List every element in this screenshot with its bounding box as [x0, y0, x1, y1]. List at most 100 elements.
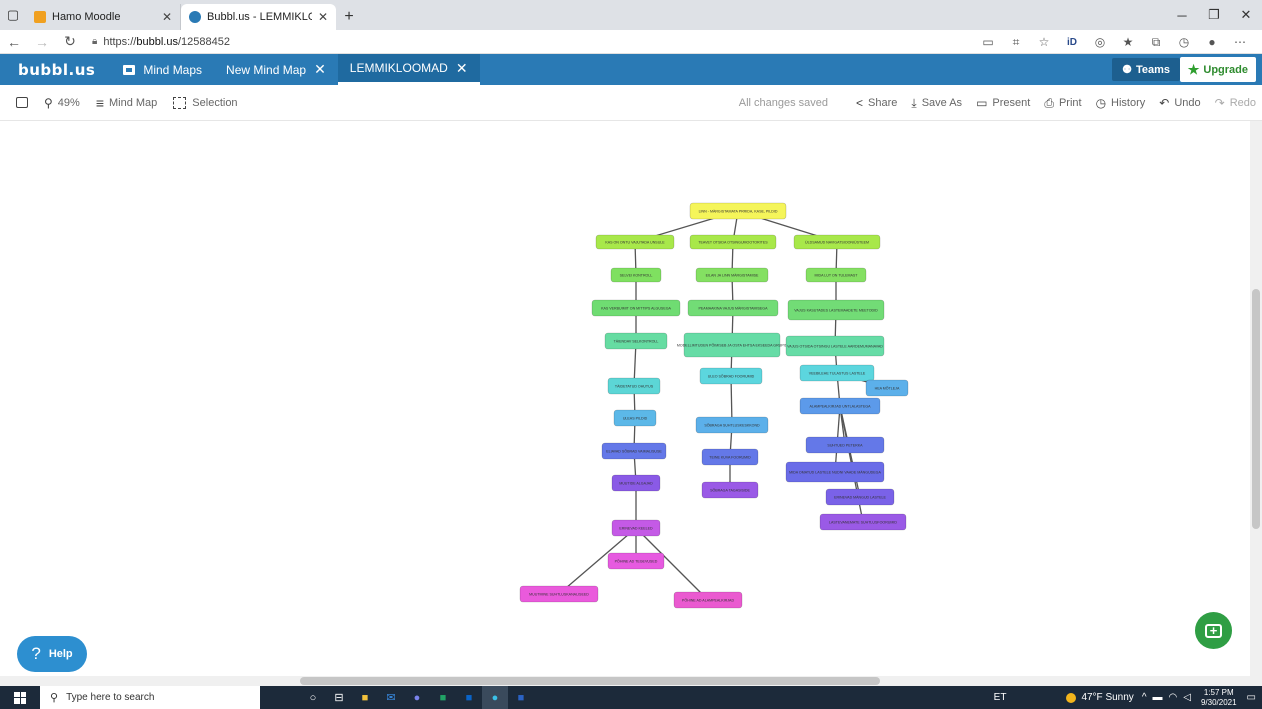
bubble-c7[interactable]: ALAMPEALKIRJAD UNTLALASTEGA [799, 397, 881, 415]
bubble-c9[interactable]: MIDA OMATUD LASTELE NUDNI VAADE MÄNGUDEG… [785, 461, 885, 483]
bubble-a11[interactable]: MUUTMINE SUHTLUSKANALISEED [519, 585, 599, 603]
teams-button[interactable]: ⚉ Teams [1112, 58, 1180, 81]
bubble-c1[interactable]: ÜLDSAMUD NAVIGATSIOONIÜSTEEM [793, 234, 881, 250]
bubble-b8[interactable]: SÕBRAGA TAGASISIDE [701, 481, 759, 499]
history-button[interactable]: ◷ History [1096, 96, 1146, 110]
tray-chevron-icon[interactable]: ^ [1142, 692, 1147, 703]
bubble-c4[interactable]: VAJUS OTSIDA OTSINGU LASTELE AARDEMUMANA… [785, 335, 885, 357]
wifi-icon[interactable]: ◠ [1169, 692, 1178, 703]
file-explorer-icon[interactable]: ■ [352, 686, 378, 709]
taskbar-search[interactable]: ⚲ Type here to search [40, 686, 260, 709]
bubbl-logo[interactable]: bubbl.us [0, 61, 111, 79]
mind-map-graph[interactable]: LINN - MÄRGISTAMATA PRRIDA, KASE, PILDID… [0, 121, 1250, 676]
excel-icon[interactable]: ■ [430, 686, 456, 709]
bubble-a2[interactable]: SELVEI KONTROLL [610, 267, 662, 283]
favorites-icon[interactable]: ★ [1114, 35, 1142, 49]
scroll-thumb[interactable] [300, 677, 880, 685]
minimize-icon[interactable]: ─ [1166, 0, 1198, 30]
profile-avatar[interactable]: ● [1198, 35, 1226, 49]
bubble-c10[interactable]: ERINEVAD MÄNGUD LASTELE [825, 488, 895, 506]
mind-map-view-button[interactable]: ≡ Mind Map [96, 95, 157, 111]
redo-button[interactable]: ↷ Redo [1215, 96, 1256, 110]
bubble-b5[interactable]: ULEO SÕBRAD FOORUMID [699, 367, 763, 385]
bubble-b3[interactable]: PEAMAAKINA VAJUS MÄRGISTAMISEGA [687, 299, 779, 317]
bubble-a9[interactable]: ERINEVAD KEELED [611, 519, 661, 537]
bubble-a10[interactable]: PÕHINE AD TEGEVUSED [607, 552, 665, 570]
add-bubble-button[interactable]: + [1195, 612, 1232, 649]
taskbar-clock[interactable]: 1:57 PM 9/30/2021 [1201, 688, 1237, 708]
bubble-b2[interactable]: EILAN JA LINN MÄRGISTAMISE [695, 267, 769, 283]
mind-map-canvas[interactable]: LINN - MÄRGISTAMATA PRRIDA, KASE, PILDID… [0, 121, 1250, 676]
help-button[interactable]: ? Help [17, 636, 87, 672]
bubble-c3[interactable]: VAJUS KASUTADES LASTEMAADETE MEETODID [787, 299, 885, 321]
bubble-c8[interactable]: SUHTUED PETERKA [805, 436, 885, 454]
bubble-c2[interactable]: MIDA LUT ON TULEMAST [805, 267, 867, 283]
zoom-button[interactable]: ⚲ 49% [44, 96, 80, 110]
print-button[interactable]: ⎙ Print [1044, 96, 1081, 111]
extension-id-icon[interactable]: iD [1058, 37, 1086, 48]
collections-icon[interactable]: ⧉ [1142, 35, 1170, 50]
weather-label[interactable]: 47°F Sunny [1081, 692, 1133, 703]
bubble-b4[interactable]: MODELLIMTUDEN PÕIMISEB JA OSTA EHTSA EKS… [677, 332, 788, 358]
bubble-a7[interactable]: ELIAVAD SÕBRAD VAIMALISUSE [601, 442, 667, 460]
restore-icon[interactable]: ❐ [1198, 0, 1230, 30]
bubble-a1[interactable]: KAS ON ONTU VAJUTADA UNSULE [595, 234, 675, 250]
cortana-icon[interactable]: ○ [300, 686, 326, 709]
refresh-icon[interactable]: ↻ [56, 33, 84, 50]
tab-new-mind-map[interactable]: New Mind Map ✕ [214, 54, 338, 85]
close-tab-icon[interactable]: ✕ [314, 61, 326, 78]
tab-lemmikloomad[interactable]: LEMMIKLOOMAD ✕ [337, 54, 480, 85]
bubble-a12[interactable]: PÕHINE AD ALAMPEALKIRJAD [673, 591, 743, 609]
url-field[interactable]: 🔒︎ https://bubbl.us/12588452 [92, 36, 230, 48]
reader-view-icon[interactable]: ▭ [974, 35, 1002, 49]
bubble-c6[interactable]: HEA MÕTLEJA [865, 379, 909, 397]
start-button[interactable] [0, 686, 40, 709]
edge-extension-icon[interactable]: ◎ [1086, 35, 1114, 49]
edge-icon[interactable]: ● [482, 686, 508, 709]
bubble-c11[interactable]: LASTEVANEMATE SUHTLUSFOORUMID [819, 513, 907, 531]
grid-icon[interactable]: ⌗ [1002, 35, 1030, 50]
close-tab-icon[interactable]: ✕ [456, 60, 468, 77]
teams-app-icon[interactable]: ● [404, 686, 430, 709]
bubble-c5[interactable]: VEEBILEHE TULASTUS LASTELE [799, 364, 875, 382]
bubble-b7[interactable]: TEINE KUVA FOORUMID [701, 448, 759, 466]
browser-tab-moodle[interactable]: Hamo Moodle ✕ [26, 4, 181, 30]
close-tab-icon[interactable]: ✕ [162, 10, 172, 24]
new-tab-button[interactable]: + [336, 4, 362, 30]
bubble-a5[interactable]: TÄIDETATUD OHUTUS [607, 377, 661, 395]
browser-tab-bubbl[interactable]: Bubbl.us - LEMMIKLOOMAD ✕ [181, 4, 336, 30]
present-button[interactable]: ▭ Present [976, 96, 1030, 110]
tab-actions-icon[interactable]: ▢ [0, 0, 26, 30]
horizontal-scrollbar[interactable] [0, 676, 1262, 686]
volume-icon[interactable]: ◁ [1183, 692, 1191, 703]
forward-icon[interactable]: → [28, 34, 56, 50]
notifications-icon[interactable]: ▭ [1247, 692, 1256, 703]
fit-to-screen-button[interactable] [16, 97, 28, 108]
close-tab-icon[interactable]: ✕ [318, 10, 328, 24]
tab-mind-maps[interactable]: Mind Maps [111, 54, 214, 85]
undo-button[interactable]: ↶ Undo [1159, 96, 1200, 110]
bubble-a3[interactable]: KAS VERBUIMIT ON MITTIPS ALGUSEGA [591, 299, 681, 317]
mail-icon[interactable]: ✉ [378, 686, 404, 709]
outlook-icon[interactable]: ■ [456, 686, 482, 709]
share-button[interactable]: < Share [856, 96, 897, 110]
network-icon[interactable]: ▬ [1153, 692, 1163, 703]
history-browser-icon[interactable]: ◷ [1170, 35, 1198, 49]
bubble-a6[interactable]: ULEAS PILDID [613, 409, 657, 427]
upgrade-button[interactable]: ★ Upgrade [1179, 57, 1256, 82]
language-indicator[interactable]: ET [994, 692, 1007, 703]
close-window-icon[interactable]: ✕ [1230, 0, 1262, 30]
save-as-button[interactable]: ⤓ Save As [911, 96, 962, 111]
favorite-add-icon[interactable]: ☆ [1030, 35, 1058, 49]
selection-button[interactable]: Selection [173, 96, 238, 109]
bubble-a4[interactable]: TÄIENDAV SELKONTROLL [604, 332, 668, 350]
bubble-a8[interactable]: MUUTIDE ALGAJAD [611, 474, 661, 492]
task-view-icon[interactable]: ⊟ [326, 686, 352, 709]
scroll-thumb[interactable] [1252, 289, 1260, 529]
bubble-b1[interactable]: TEAVET OTSIDA OTSINGUMOOTORITES [689, 234, 777, 250]
vertical-scrollbar[interactable] [1250, 121, 1262, 676]
bubble-b6[interactable]: SÕBRAGA SUHTLUSKESKKOND [695, 416, 769, 434]
word-icon[interactable]: ■ [508, 686, 534, 709]
more-menu-icon[interactable]: ⋯ [1226, 35, 1254, 49]
bubble-root[interactable]: LINN - MÄRGISTAMATA PRRIDA, KASE, PILDID [689, 202, 787, 220]
